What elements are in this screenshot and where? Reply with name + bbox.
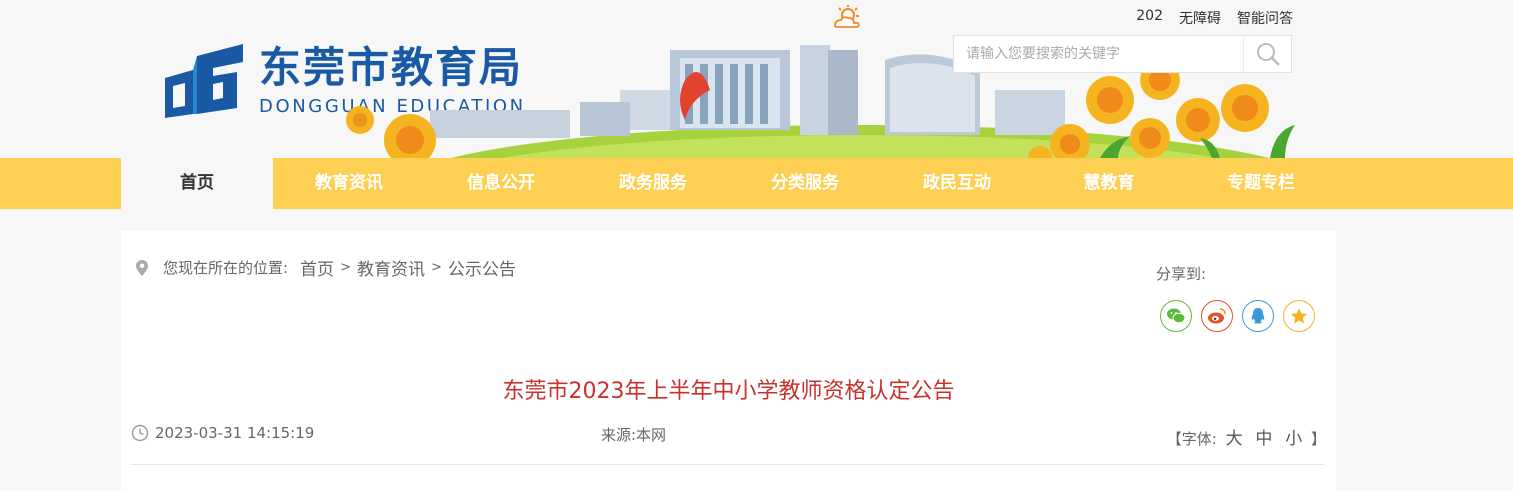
breadcrumb-education-news[interactable]: 教育资讯 <box>357 255 425 280</box>
font-size-switcher: 【字体: 大 中 小 】 <box>1167 424 1326 449</box>
nav-home[interactable]: 首页 <box>121 158 273 209</box>
breadcrumb-home[interactable]: 首页 <box>300 255 334 280</box>
font-size-medium[interactable]: 中 <box>1255 429 1272 449</box>
article-source: 来源:本网 <box>601 426 667 444</box>
site-header: 东莞市教育局 DONGGUAN EDUCATION 202 无障碍 智能问答 请… <box>0 0 1513 158</box>
breadcrumb-separator: > <box>430 260 442 275</box>
main-nav: 首页 教育资讯 信息公开 政务服务 分类服务 政民互动 慧教育 专题专栏 <box>0 158 1513 209</box>
article-date-text: 2023-03-31 14:15:19 <box>155 424 315 442</box>
font-label-close: 】 <box>1310 430 1326 448</box>
nav-special-topics[interactable]: 专题专栏 <box>1185 158 1337 209</box>
nav-info-disclosure[interactable]: 信息公开 <box>425 158 577 209</box>
article-panel: 您现在所在的位置: 首页 > 教育资讯 > 公示公告 分享到: 东莞市2023年… <box>121 231 1336 491</box>
search-button[interactable] <box>1243 36 1291 72</box>
share-label: 分享到: <box>1156 265 1207 283</box>
nav-education-news[interactable]: 教育资讯 <box>273 158 425 209</box>
breadcrumb: 您现在所在的位置: 首页 > 教育资讯 > 公示公告 <box>135 255 516 280</box>
clock-icon <box>131 424 149 442</box>
favorite-icon <box>1291 308 1307 324</box>
weibo-share-button[interactable] <box>1201 300 1233 332</box>
font-size-small[interactable]: 小 <box>1285 429 1302 449</box>
article-date: 2023-03-31 14:15:19 <box>131 424 314 442</box>
education-logo-icon <box>165 44 243 118</box>
qq-share-button[interactable] <box>1242 300 1274 332</box>
toplink-accessibility[interactable]: 无障碍 <box>1179 8 1221 28</box>
weather-sunny-cloud-icon <box>834 5 860 28</box>
top-links: 202 无障碍 智能问答 <box>1136 8 1293 28</box>
toplink-visits[interactable]: 202 <box>1136 8 1163 28</box>
breadcrumb-separator: > <box>340 260 351 275</box>
font-size-large[interactable]: 大 <box>1226 429 1243 449</box>
weibo-icon <box>1208 308 1226 324</box>
breadcrumb-prefix: 您现在所在的位置: <box>163 259 289 277</box>
favorite-share-button[interactable] <box>1283 300 1315 332</box>
sunflower-icon <box>384 114 436 158</box>
qq-icon <box>1251 308 1265 324</box>
nav-government-services[interactable]: 政务服务 <box>577 158 729 209</box>
nav-category-services[interactable]: 分类服务 <box>729 158 881 209</box>
location-pin-icon <box>136 259 148 276</box>
font-label-open: 【字体: <box>1166 430 1217 448</box>
share-panel: 分享到: <box>1156 263 1315 332</box>
toplink-smart-qa[interactable]: 智能问答 <box>1237 8 1293 28</box>
article-title: 东莞市2023年上半年中小学教师资格认定公告 <box>502 379 955 404</box>
wechat-share-button[interactable] <box>1160 300 1192 332</box>
divider <box>131 464 1324 465</box>
search-input[interactable] <box>954 36 1243 72</box>
search-box <box>953 35 1292 73</box>
nav-smart-education[interactable]: 慧教育 <box>1033 158 1185 209</box>
article-meta: 2023-03-31 14:15:19 来源:本网 【字体: 大 中 小 】 <box>131 424 1326 449</box>
nav-public-interaction[interactable]: 政民互动 <box>881 158 1033 209</box>
breadcrumb-announcements[interactable]: 公示公告 <box>448 255 516 280</box>
search-icon <box>1256 43 1280 66</box>
wechat-icon <box>1167 308 1186 324</box>
